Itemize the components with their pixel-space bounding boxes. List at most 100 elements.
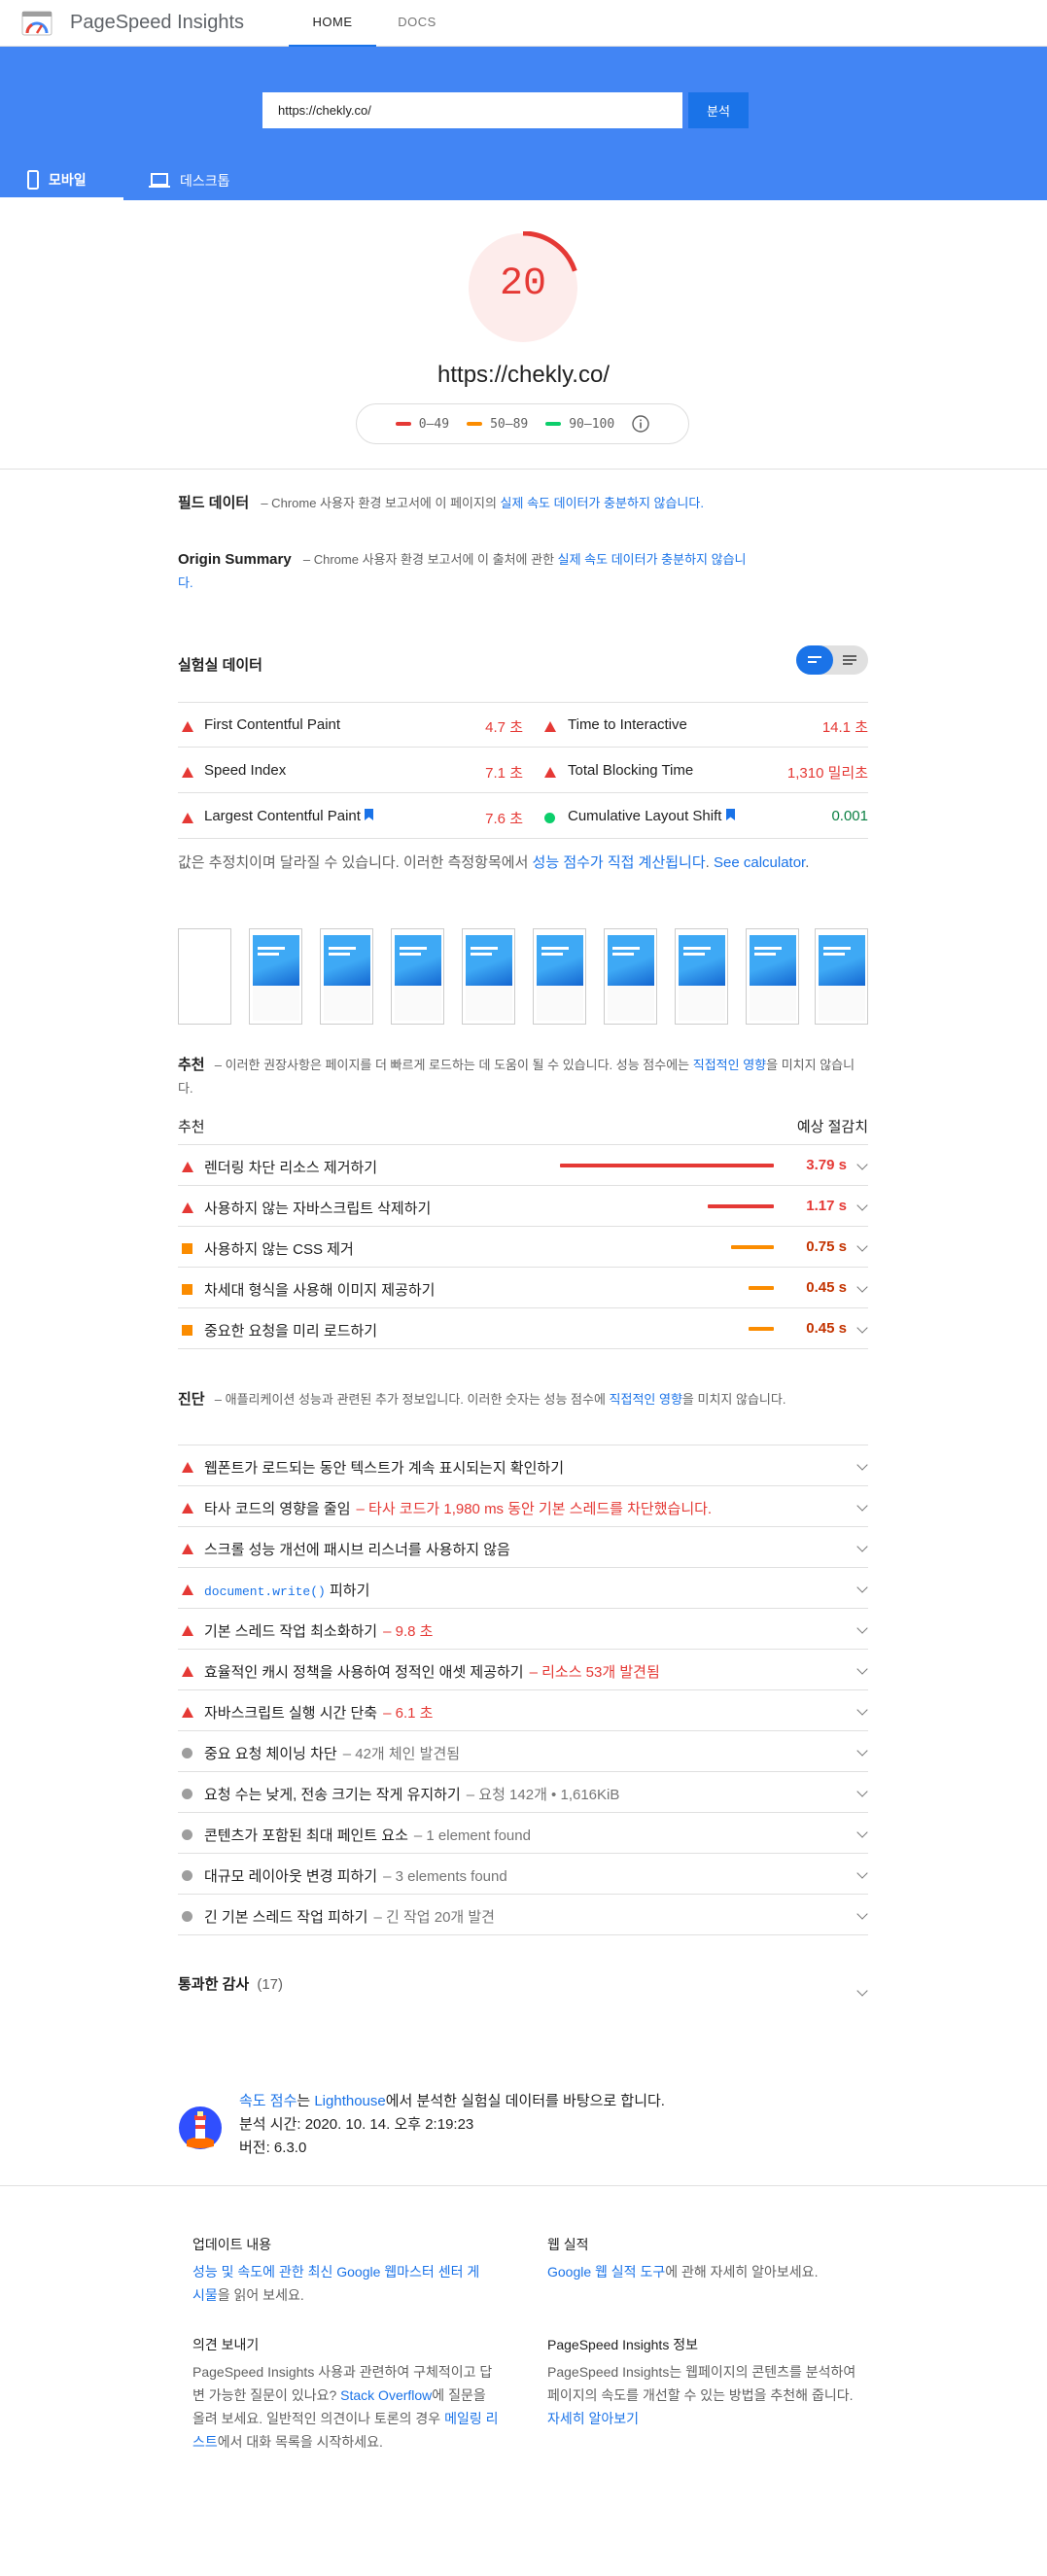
diagnostic-code: document.write() (204, 1584, 326, 1599)
chevron-down-icon[interactable] (856, 1322, 868, 1334)
diagnostic-row[interactable]: 스크롤 성능 개선에 패시브 리스너를 사용하지 않음 (178, 1527, 868, 1568)
chevron-down-icon[interactable] (856, 1704, 868, 1716)
tab-mobile-label: 모바일 (49, 171, 87, 188)
opportunity-row[interactable]: 렌더링 차단 리소스 제거하기 3.79 s (178, 1145, 868, 1186)
toggle-compact-icon[interactable] (796, 645, 833, 675)
chevron-down-icon[interactable] (856, 1281, 868, 1293)
speed-score-link[interactable]: 속도 점수 (239, 2093, 297, 2109)
metric-value: 14.1 초 (821, 719, 868, 736)
chevron-down-icon[interactable] (856, 1582, 868, 1593)
fail-triangle-icon (182, 1202, 193, 1213)
chevron-down-icon[interactable] (856, 1159, 868, 1170)
fail-triangle-icon (182, 1707, 193, 1718)
diagnostic-title: 콘텐츠가 포함된 최대 페인트 요소 – 1 element found (204, 1825, 531, 1845)
metric-tbt: Total Blocking Time 1,310 밀리초 (523, 748, 868, 793)
diagnostics-link[interactable]: 직접적인 영향 (610, 1392, 682, 1407)
tab-desktop[interactable]: 데스크톱 (149, 161, 246, 200)
filmstrip-frame (604, 928, 657, 1025)
footer-feedback-text-end: 에서 대화 목록을 시작하세요. (217, 2434, 383, 2450)
tab-docs[interactable]: DOCS (378, 0, 456, 47)
diagnostic-detail: – 타사 코드가 1,980 ms 동안 기본 스레드를 차단했습니다. (356, 1501, 713, 1517)
learn-more-link[interactable]: 자세히 알아보기 (547, 2411, 639, 2426)
origin-summary-link-end[interactable]: 다. (178, 575, 193, 590)
origin-summary-desc: – Chrome 사용자 환경 보고서에 이 출처에 관한 (302, 552, 558, 567)
opportunity-name: 사용하지 않는 자바스크립트 삭제하기 (204, 1201, 432, 1217)
opportunity-row[interactable]: 차세대 형식을 사용해 이미지 제공하기 0.45 s (178, 1268, 868, 1308)
metric-value: 7.6 초 (485, 811, 523, 827)
analyze-button[interactable]: 분석 (688, 92, 749, 128)
opportunities-header: 추천 – 이러한 권장사항은 페이지를 더 빠르게 로드하는 데 도움이 될 수… (178, 1054, 868, 1100)
opportunities-columns: 추천 예상 절감치 (178, 1116, 868, 1136)
opportunities-desc: – 이러한 권장사항은 페이지를 더 빠르게 로드하는 데 도움이 될 수 있습… (214, 1058, 693, 1072)
field-data-desc: – Chrome 사용자 환경 보고서에 이 페이지의 (261, 496, 501, 510)
diagnostic-name: 웹폰트가 로드되는 동안 텍스트가 계속 표시되는지 확인하기 (204, 1460, 565, 1477)
chevron-down-icon[interactable] (856, 1745, 868, 1757)
chevron-down-icon[interactable] (856, 1459, 868, 1471)
url-input[interactable] (262, 92, 682, 128)
diagnostic-row[interactable]: 기본 스레드 작업 최소화하기 – 9.8 초 (178, 1609, 868, 1650)
chevron-down-icon[interactable] (856, 1786, 868, 1797)
opportunity-row[interactable]: 중요한 요청을 미리 로드하기 0.45 s (178, 1308, 868, 1349)
footer-web-link[interactable]: Google 웹 실적 도구 (547, 2264, 665, 2280)
fail-triangle-icon (544, 721, 556, 732)
lab-note-link-score[interactable]: 성능 점수가 직접 계산됩니다 (533, 854, 706, 871)
chevron-down-icon[interactable] (856, 1240, 868, 1252)
metrics-view-toggle[interactable] (796, 645, 868, 675)
chevron-down-icon[interactable] (856, 1908, 868, 1920)
stackoverflow-link[interactable]: Stack Overflow (340, 2387, 432, 2403)
footer-web-vitals: 웹 실적 Google 웹 실적 도구에 관해 자세히 알아보세요. (547, 2233, 860, 2283)
metric-value: 0.001 (831, 808, 868, 824)
lighthouse-link[interactable]: Lighthouse (314, 2093, 385, 2109)
diagnostic-title: 스크롤 성능 개선에 패시브 리스너를 사용하지 않음 (204, 1539, 510, 1559)
diagnostic-row[interactable]: 타사 코드의 영향을 줄임 – 타사 코드가 1,980 ms 동안 기본 스레드… (178, 1486, 868, 1527)
diagnostic-row[interactable]: 웹폰트가 로드되는 동안 텍스트가 계속 표시되는지 확인하기 (178, 1445, 868, 1486)
chevron-down-icon[interactable] (856, 1827, 868, 1838)
column-savings: 예상 절감치 (796, 1119, 868, 1135)
diagnostic-row[interactable]: 긴 기본 스레드 작업 피하기 – 긴 작업 20개 발견 (178, 1895, 868, 1935)
footer-updates-title: 업데이트 내용 (192, 2237, 272, 2252)
diagnostic-row[interactable]: document.write() 피하기 (178, 1568, 868, 1609)
field-data-link[interactable]: 실제 속도 데이터가 충분하지 않습니다. (501, 496, 704, 510)
diagnostic-title: 긴 기본 스레드 작업 피하기 – 긴 작업 20개 발견 (204, 1906, 495, 1927)
diagnostic-row[interactable]: 효율적인 캐시 정책을 사용하여 정적인 애셋 제공하기 – 리소스 53개 발견… (178, 1650, 868, 1690)
pass-circle-icon (544, 813, 555, 823)
diagnostic-name: 대규모 레이아웃 변경 피하기 (204, 1868, 378, 1885)
tab-mobile[interactable]: 모바일 (0, 161, 123, 200)
diagnostic-row[interactable]: 요청 수는 낮게, 전송 크기는 작게 유지하기 – 요청 142개 • 1,61… (178, 1772, 868, 1813)
savings-value: 0.45 s (806, 1279, 847, 1296)
metric-lcp: Largest Contentful Paint 7.6 초 (178, 794, 523, 839)
lab-data-title: 실험실 데이터 (178, 657, 262, 674)
diagnostic-title: 타사 코드의 영향을 줄임 – 타사 코드가 1,980 ms 동안 기본 스레드… (204, 1498, 712, 1518)
diagnostic-title: 효율적인 캐시 정책을 사용하여 정적인 애셋 제공하기 – 리소스 53개 발견… (204, 1661, 660, 1682)
lab-note-link-calculator[interactable]: See calculator (714, 854, 805, 871)
runtime-text: 는 (297, 2093, 315, 2109)
diagnostic-title: 자바스크립트 실행 시간 단축 – 6.1 초 (204, 1702, 433, 1723)
analysis-time: 분석 시간: 2020. 10. 14. 오후 2:19:23 (239, 2116, 474, 2133)
diagnostic-row[interactable]: 대규모 레이아웃 변경 피하기 – 3 elements found (178, 1854, 868, 1895)
tab-home[interactable]: HOME (289, 0, 376, 47)
diagnostic-row[interactable]: 콘텐츠가 포함된 최대 페인트 요소 – 1 element found (178, 1813, 868, 1854)
chevron-down-icon[interactable] (856, 1541, 868, 1552)
diagnostic-row[interactable]: 중요 요청 체이닝 차단 – 42개 체인 발견됨 (178, 1731, 868, 1772)
chevron-down-icon[interactable] (856, 1500, 868, 1512)
chevron-down-icon[interactable] (856, 1867, 868, 1879)
info-icon[interactable] (632, 415, 649, 433)
opportunities-link[interactable]: 직접적인 영향 (693, 1058, 766, 1072)
origin-summary-link[interactable]: 실제 속도 데이터가 충분하지 않습니 (558, 552, 747, 567)
passed-audits[interactable]: 통과한 감사 (17) (178, 1973, 868, 2012)
chevron-down-icon[interactable] (856, 1663, 868, 1675)
legend-fail: 0–49 (395, 417, 449, 432)
diagnostic-detail: – 긴 작업 20개 발견 (373, 1909, 495, 1926)
metric-name: Cumulative Layout Shift (568, 808, 735, 824)
info-circle-icon (182, 1870, 192, 1881)
chevron-down-icon[interactable] (856, 1985, 868, 1997)
opportunity-row[interactable]: 사용하지 않는 자바스크립트 삭제하기 1.17 s (178, 1186, 868, 1227)
diagnostic-row[interactable]: 자바스크립트 실행 시간 단축 – 6.1 초 (178, 1690, 868, 1731)
chevron-down-icon[interactable] (856, 1622, 868, 1634)
toggle-expanded-icon[interactable] (833, 645, 868, 675)
fail-triangle-icon (182, 1503, 193, 1514)
diagnostics-header: 진단 – 애플리케이션 성능과 관련된 추가 정보입니다. 이러한 숫자는 성능… (178, 1388, 868, 1411)
opportunity-row[interactable]: 사용하지 않는 CSS 제거 0.75 s (178, 1227, 868, 1268)
diagnostic-title: 대규모 레이아웃 변경 피하기 – 3 elements found (204, 1865, 507, 1886)
chevron-down-icon[interactable] (856, 1200, 868, 1211)
